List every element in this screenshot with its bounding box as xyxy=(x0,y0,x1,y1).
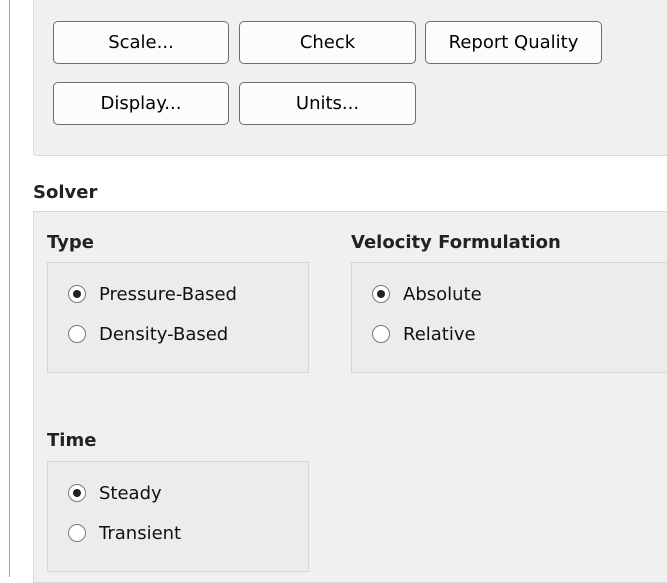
radio-label: Steady xyxy=(99,482,162,504)
radio-relative[interactable]: Relative xyxy=(372,322,476,346)
units-button[interactable]: Units... xyxy=(239,82,416,125)
report-quality-button[interactable]: Report Quality xyxy=(425,21,602,64)
window-left-border xyxy=(9,0,10,577)
radio-label: Pressure-Based xyxy=(99,283,237,305)
radio-unchecked-icon xyxy=(372,325,390,343)
radio-label: Transient xyxy=(99,522,182,544)
radio-absolute[interactable]: Absolute xyxy=(372,282,482,306)
check-button[interactable]: Check xyxy=(239,21,416,64)
type-radio-group: Pressure-Based Density-Based xyxy=(47,262,309,373)
scale-button[interactable]: Scale... xyxy=(53,21,229,64)
type-group-title: Type xyxy=(47,232,94,253)
display-button[interactable]: Display... xyxy=(53,82,229,125)
radio-checked-icon xyxy=(68,285,86,303)
solver-section-title: Solver xyxy=(33,182,98,203)
radio-label: Relative xyxy=(403,323,476,345)
radio-transient[interactable]: Transient xyxy=(68,521,181,545)
radio-checked-icon xyxy=(68,484,86,502)
radio-unchecked-icon xyxy=(68,325,86,343)
time-group-title: Time xyxy=(47,430,97,451)
radio-density-based[interactable]: Density-Based xyxy=(68,322,228,346)
radio-checked-icon xyxy=(372,285,390,303)
radio-label: Absolute xyxy=(403,283,482,305)
radio-unchecked-icon xyxy=(68,524,86,542)
time-radio-group: Steady Transient xyxy=(47,461,309,572)
radio-pressure-based[interactable]: Pressure-Based xyxy=(68,282,237,306)
velocity-formulation-radio-group: Absolute Relative xyxy=(351,262,667,373)
velocity-formulation-title: Velocity Formulation xyxy=(351,232,561,253)
radio-label: Density-Based xyxy=(99,323,229,345)
radio-steady[interactable]: Steady xyxy=(68,481,162,505)
